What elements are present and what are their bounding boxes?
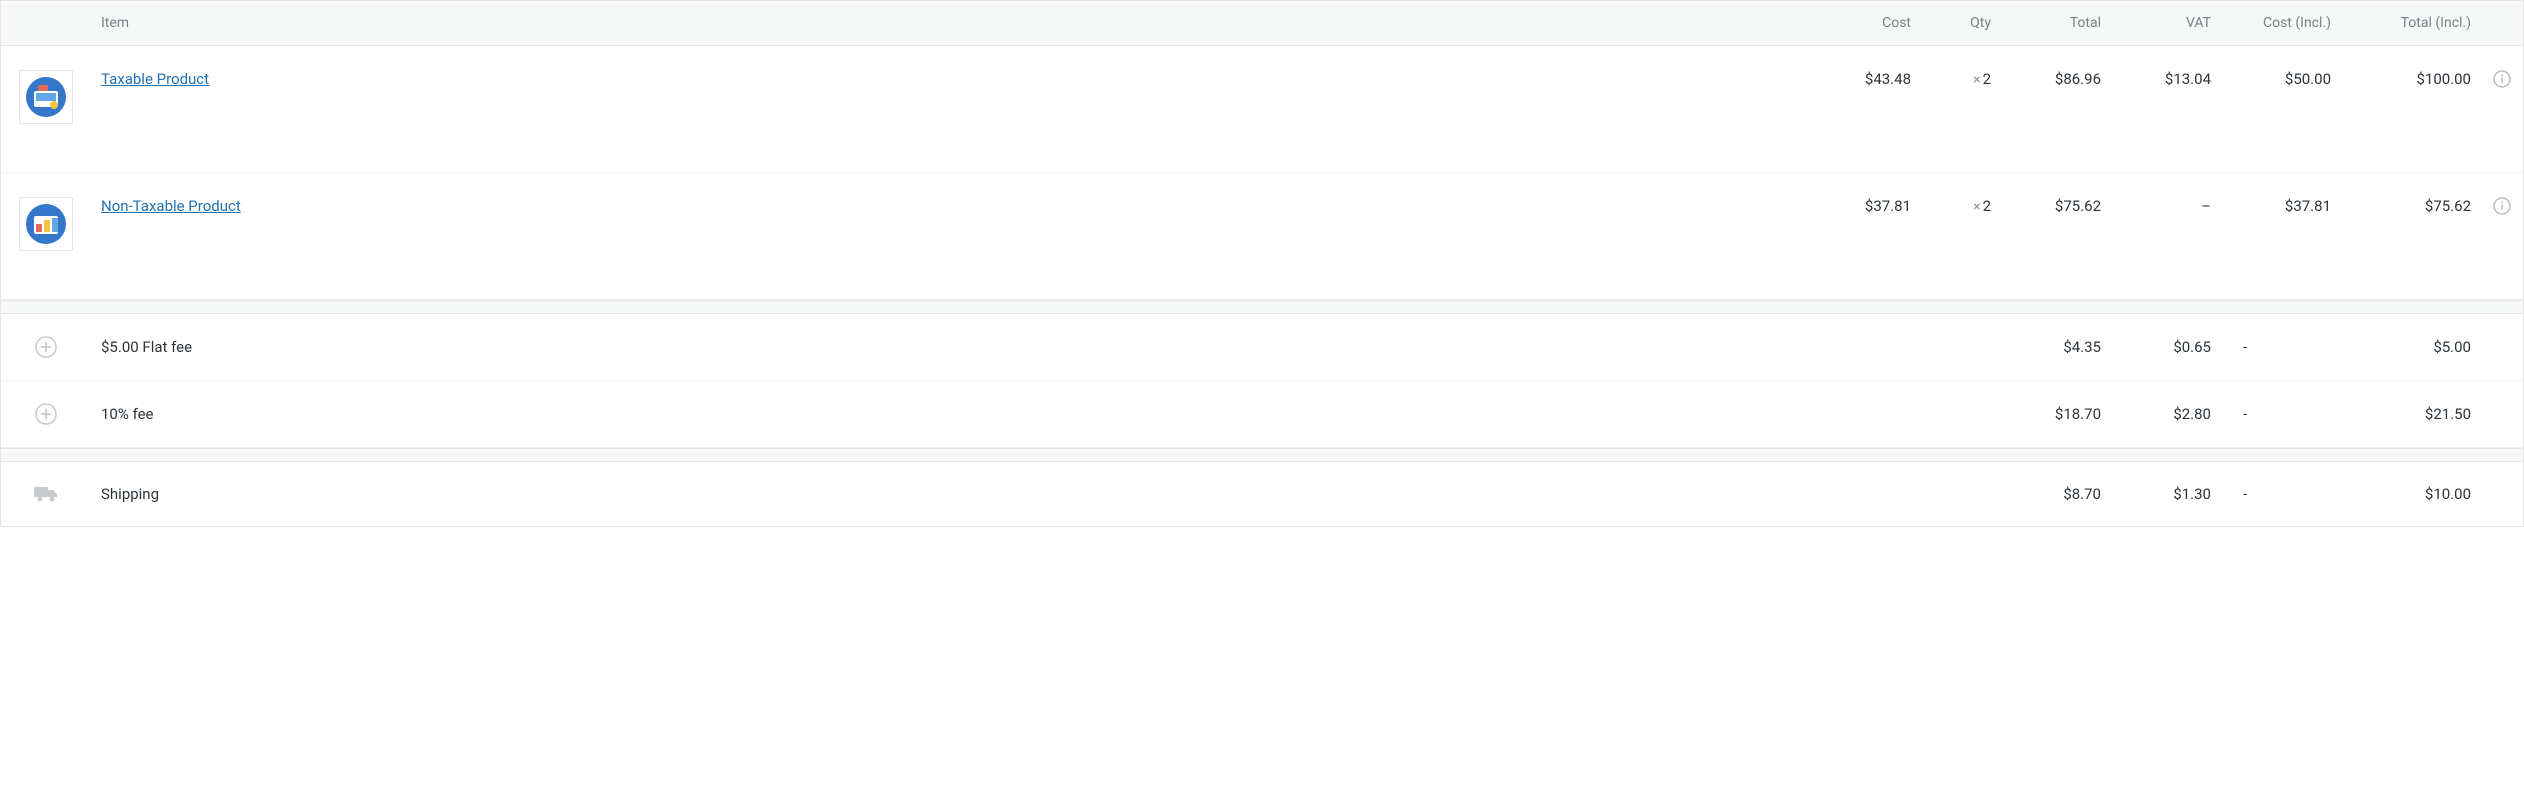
shipping-total-incl: $10.00 xyxy=(2341,485,2481,503)
fee-total: $18.70 xyxy=(2001,405,2111,423)
shipping-name: Shipping xyxy=(91,485,1811,503)
fee-name: $5.00 Flat fee xyxy=(91,338,1811,356)
product-link[interactable]: Taxable Product xyxy=(101,70,209,88)
plus-circle-icon xyxy=(35,336,57,358)
fee-vat: $0.65 xyxy=(2111,338,2221,356)
section-divider xyxy=(1,448,2523,462)
product-total-incl: $75.62 xyxy=(2341,197,2481,215)
product-thumb-cell xyxy=(1,197,91,251)
product-info-cell xyxy=(2481,197,2523,215)
fee-total-incl: $21.50 xyxy=(2341,405,2481,423)
header-cost: Cost xyxy=(1811,15,1921,31)
shipping-total: $8.70 xyxy=(2001,485,2111,503)
product-image-icon xyxy=(24,202,68,246)
fee-icon-cell xyxy=(1,403,91,425)
fee-cost-incl: - xyxy=(2221,405,2341,423)
qty-value: 2 xyxy=(1983,197,1991,215)
product-cost: $43.48 xyxy=(1811,70,1921,88)
table-header: Item Cost Qty Total VAT Cost (Incl.) Tot… xyxy=(1,1,2523,46)
fee-row: 10% fee $18.70 $2.80 - $21.50 xyxy=(1,381,2523,448)
fee-vat: $2.80 xyxy=(2111,405,2221,423)
fee-total-incl: $5.00 xyxy=(2341,338,2481,356)
product-cost: $37.81 xyxy=(1811,197,1921,215)
header-total-incl: Total (Incl.) xyxy=(2341,15,2481,31)
plus-circle-icon xyxy=(35,403,57,425)
header-item: Item xyxy=(91,15,1811,31)
section-divider xyxy=(1,300,2523,314)
product-qty: ×2 xyxy=(1921,197,2001,215)
product-thumbnail[interactable] xyxy=(19,70,73,124)
header-cost-incl: Cost (Incl.) xyxy=(2221,15,2341,31)
shipping-row: Shipping $8.70 $1.30 - $10.00 xyxy=(1,462,2523,526)
product-cost-incl: $50.00 xyxy=(2221,70,2341,88)
product-thumbnail[interactable] xyxy=(19,197,73,251)
shipping-icon-cell xyxy=(1,484,91,504)
info-icon[interactable] xyxy=(2493,70,2511,88)
truck-icon xyxy=(33,484,59,504)
line-item-row: Taxable Product $43.48 ×2 $86.96 $13.04 … xyxy=(1,46,2523,173)
product-link[interactable]: Non-Taxable Product xyxy=(101,197,241,215)
header-total: Total xyxy=(2001,15,2111,31)
product-total: $86.96 xyxy=(2001,70,2111,88)
product-vat: – xyxy=(2111,197,2221,215)
fee-name: 10% fee xyxy=(91,405,1811,423)
fee-cost-incl: - xyxy=(2221,338,2341,356)
fee-row: $5.00 Flat fee $4.35 $0.65 - $5.00 xyxy=(1,314,2523,381)
shipping-vat: $1.30 xyxy=(2111,485,2221,503)
product-thumb-cell xyxy=(1,70,91,124)
fee-total: $4.35 xyxy=(2001,338,2111,356)
line-item-row: Non-Taxable Product $37.81 ×2 $75.62 – $… xyxy=(1,173,2523,300)
fee-icon-cell xyxy=(1,336,91,358)
header-vat: VAT xyxy=(2111,15,2221,31)
shipping-cost-incl: - xyxy=(2221,485,2341,503)
product-total: $75.62 xyxy=(2001,197,2111,215)
qty-prefix: × xyxy=(1973,199,1980,215)
product-name-cell: Taxable Product xyxy=(91,70,1811,88)
product-total-incl: $100.00 xyxy=(2341,70,2481,88)
product-qty: ×2 xyxy=(1921,70,2001,88)
info-icon[interactable] xyxy=(2493,197,2511,215)
qty-value: 2 xyxy=(1983,70,1991,88)
product-vat: $13.04 xyxy=(2111,70,2221,88)
product-name-cell: Non-Taxable Product xyxy=(91,197,1811,215)
qty-prefix: × xyxy=(1973,72,1980,88)
order-items-table: Item Cost Qty Total VAT Cost (Incl.) Tot… xyxy=(0,0,2524,527)
product-image-icon xyxy=(24,75,68,119)
product-info-cell xyxy=(2481,70,2523,88)
product-cost-incl: $37.81 xyxy=(2221,197,2341,215)
header-qty: Qty xyxy=(1921,15,2001,31)
